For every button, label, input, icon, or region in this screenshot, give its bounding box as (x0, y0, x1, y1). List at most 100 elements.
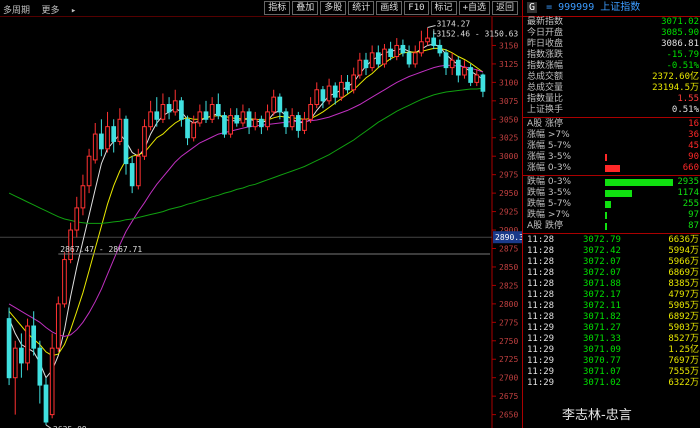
tick-price: 3072.79 (583, 235, 621, 245)
toolbar-button-3[interactable]: 统计 (348, 1, 375, 15)
toolbar-button-1[interactable]: 叠加 (292, 1, 319, 15)
y-tick-label: 2725 (499, 355, 518, 364)
tick-time: 11:28 (527, 235, 555, 245)
candle-body (339, 81, 344, 98)
dist-value: 90 (688, 152, 699, 162)
candle-body (166, 104, 172, 113)
candle-body (179, 100, 184, 120)
dist-value: 16 (688, 119, 699, 129)
tick-volume: 7555万 (668, 367, 699, 377)
tick-row: 11:28 3072.42 5994万 (523, 246, 700, 257)
candle-body (320, 89, 326, 102)
candle-body (246, 111, 252, 128)
dist-label: 跌幅 5-7% (527, 199, 572, 209)
dist-bar (605, 154, 607, 161)
candle-body (314, 89, 320, 106)
candle-body (363, 59, 369, 69)
candle-body (455, 59, 461, 76)
up-distribution: A股 涨停 16 涨幅 >7% 36 涨幅 5-7% 45 涨幅 3-5% 90 涨幅 0-3%… (523, 119, 700, 174)
dist-bar (605, 190, 633, 197)
candle-body (357, 59, 363, 76)
toolbar-button-8[interactable]: 返回 (491, 1, 518, 15)
candle-body (412, 52, 418, 65)
dist-value: 97 (688, 210, 699, 220)
toolbar-button-4[interactable]: 画线 (376, 1, 403, 15)
candle-body (12, 347, 18, 379)
candle-body (480, 74, 486, 92)
toolbar-button-5[interactable]: F10 (404, 1, 429, 15)
toolbar-button-6[interactable]: 标记 (430, 1, 457, 15)
tick-volume: 6322万 (668, 378, 699, 388)
candle-body (277, 96, 283, 113)
candle-body (111, 126, 117, 142)
tick-price: 3071.09 (583, 345, 621, 355)
candle-body (271, 96, 277, 113)
range-upper-annotation: └3152.46 - 3150.63 (432, 29, 519, 39)
tick-list[interactable]: 11:28 3072.79 6636万 11:28 3072.42 5994万 11:28 3… (523, 235, 700, 389)
chart-toolbar: 多周期 更多 ▸ 指标 叠加 多股 统计 画线 F10 标记 +自选 返回 (0, 0, 522, 17)
tick-volume: 5903万 (668, 323, 699, 333)
toolbar-button-7[interactable]: +自选 (458, 1, 490, 15)
dist-row: 跌幅 0-3% 2935 (523, 177, 700, 188)
dist-label: A股 涨停 (527, 119, 564, 129)
tick-price: 3071.02 (583, 378, 621, 388)
candle-body (209, 104, 215, 120)
stat-row: 昨日收盘 3086.81 (523, 39, 700, 50)
tick-time: 11:29 (527, 356, 555, 366)
tick-time: 11:28 (527, 279, 555, 289)
candle-body (49, 347, 55, 416)
tick-price: 3072.11 (583, 301, 621, 311)
stat-label: 总成交额 (527, 72, 564, 82)
tick-row: 11:28 3072.11 5905万 (523, 301, 700, 312)
stat-label: 总成交量 (527, 83, 564, 93)
candle-body (25, 325, 30, 364)
stat-row: 今日开盘 3085.90 (523, 28, 700, 39)
candle-body (86, 155, 92, 187)
candle-body (431, 37, 437, 46)
candle-body (295, 115, 301, 131)
y-tick-label: 2750 (499, 337, 518, 346)
quote-panel: G = 999999 上证指数 最新指数 3071.02 今日开盘 3085.90 昨日… (522, 0, 700, 428)
stat-row: 总成交量 23194.5万 (523, 83, 700, 94)
tick-volume: 8527万 (668, 334, 699, 344)
more-button[interactable]: 更多 ▸ (41, 6, 82, 16)
tick-volume: 6892万 (668, 312, 699, 322)
candle-body (283, 111, 289, 128)
dist-bar (605, 201, 612, 208)
candle-body (462, 67, 467, 76)
y-tick-label: 2825 (499, 281, 518, 290)
candle-body (443, 52, 449, 69)
tick-price: 3071.33 (583, 334, 621, 344)
stat-row: 指数涨跌 -15.79 (523, 50, 700, 61)
stat-value: -0.51% (666, 61, 699, 71)
high-annotation: 3174.27 (437, 20, 471, 29)
tick-time: 11:28 (527, 246, 555, 256)
tick-volume: 1.25亿 (668, 345, 699, 355)
candle-body (129, 163, 135, 187)
tick-volume: 4797万 (668, 290, 699, 300)
candle-body (308, 104, 313, 120)
candle-body (388, 48, 393, 58)
more-label: 更多 (41, 6, 60, 16)
tick-time: 11:28 (527, 312, 555, 322)
candle-body (197, 111, 203, 124)
multi-period-button[interactable]: 多周期 (3, 6, 30, 16)
candle-body (43, 384, 49, 423)
toolbar-button-2[interactable]: 多股 (320, 1, 347, 15)
stat-row: 总成交额 2372.60亿 (523, 72, 700, 83)
kline-chart[interactable]: 3150 3125 3100 3075 3050 3025 3000 2975 2950 2925… (0, 17, 522, 428)
toolbar-button-0[interactable]: 指标 (264, 1, 291, 15)
tick-volume: 8385万 (668, 279, 699, 289)
toolbar-left: 多周期 更多 ▸ (3, 3, 88, 16)
tick-price: 3071.27 (583, 323, 621, 333)
stat-label: 指数量比 (527, 94, 564, 104)
dist-bar (605, 165, 620, 172)
stat-value: 3071.02 (661, 17, 699, 27)
dist-row: 涨幅 3-5% 90 (523, 152, 700, 163)
candle-body (99, 133, 104, 150)
dist-value: 660 (682, 163, 699, 173)
dist-value: 255 (682, 199, 699, 209)
quote-header: G = 999999 上证指数 (523, 0, 700, 17)
candle-body (474, 74, 480, 83)
candle-body (332, 85, 338, 98)
